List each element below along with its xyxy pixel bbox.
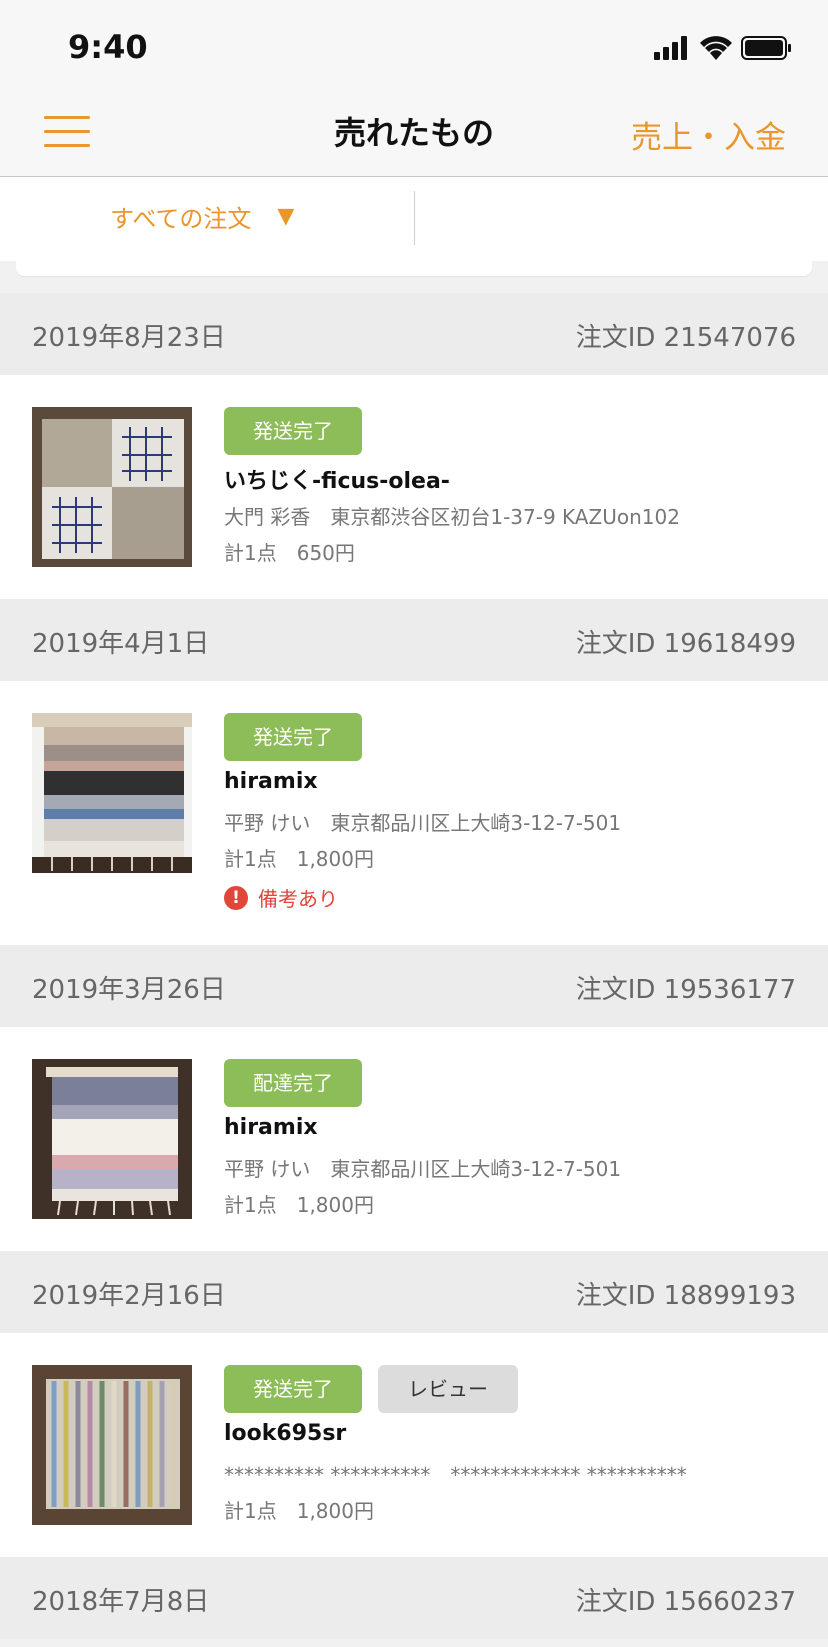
order-date: 2019年8月23日 <box>32 323 226 353</box>
order-header: 2019年2月16日 注文ID 18899193 <box>0 1251 828 1333</box>
order-info: 配達完了 hiramix 平野 けい 東京都品川区上大崎3-12-7-501 計… <box>224 1059 808 1217</box>
order-date: 2019年2月16日 <box>32 1281 226 1311</box>
order-id: 注文ID 15660237 <box>575 1587 796 1617</box>
order-header: 2019年4月1日 注文ID 19618499 <box>0 599 828 681</box>
signal-icon <box>654 36 687 60</box>
order-list: 2019年8月23日 注文ID 21547076 発送完了 いちじく-ficus… <box>0 293 828 1639</box>
buyer-name: hiramix <box>224 1115 318 1140</box>
remark-note: ! 備考あり <box>224 883 808 912</box>
order-total: 計1点 650円 <box>224 541 355 565</box>
product-thumbnail <box>32 1059 192 1219</box>
order-info: 発送完了 hiramix 平野 けい 東京都品川区上大崎3-12-7-501 計… <box>224 713 808 912</box>
exclamation-icon: ! <box>224 885 248 910</box>
battery-icon <box>741 36 791 60</box>
wifi-icon <box>700 36 732 60</box>
order-id: 注文ID 18899193 <box>575 1281 796 1311</box>
order-filter-label: すべての注文 <box>110 205 252 233</box>
status-icons <box>654 34 794 64</box>
order-id: 注文ID 19618499 <box>575 629 796 659</box>
order-card[interactable]: 発送完了 hiramix 平野 けい 東京都品川区上大崎3-12-7-501 計… <box>0 681 828 945</box>
order-date: 2018年7月8日 <box>32 1587 210 1617</box>
filter-bar: すべての注文 ▼ <box>0 177 828 261</box>
remark-label: 備考あり <box>258 887 338 911</box>
order-total: 計1点 1,800円 <box>224 1193 374 1217</box>
order-card[interactable]: 発送完了 レビュー look695sr ********** *********… <box>0 1333 828 1557</box>
order-info: 発送完了 レビュー look695sr ********** *********… <box>224 1365 808 1523</box>
order-date: 2019年3月26日 <box>32 975 226 1005</box>
order-id: 注文ID 21547076 <box>575 323 796 353</box>
status-badge: 発送完了 <box>224 407 362 455</box>
status-badge: 発送完了 <box>224 1365 362 1413</box>
order-id: 注文ID 19536177 <box>575 975 796 1005</box>
order-header: 2019年3月26日 注文ID 19536177 <box>0 945 828 1027</box>
buyer-address: ********** ********** ************* ****… <box>224 1463 687 1487</box>
triangle-down-icon: ▼ <box>277 204 295 229</box>
order-header: 2018年7月8日 注文ID 15660237 <box>0 1557 828 1639</box>
product-thumbnail <box>32 1365 192 1525</box>
buyer-address: 大門 彩香 東京都渋谷区初台1-37-9 KAZUon102 <box>224 505 680 529</box>
buyer-name: いちじく-ficus-olea- <box>224 469 450 494</box>
order-header: 2019年8月23日 注文ID 21547076 <box>0 293 828 375</box>
buyer-name: hiramix <box>224 769 318 794</box>
order-filter-dropdown[interactable]: すべての注文 ▼ <box>110 199 294 234</box>
status-badge: 配達完了 <box>224 1059 362 1107</box>
filter-bar-edge <box>16 255 812 276</box>
status-badge: 発送完了 <box>224 713 362 761</box>
status-bar: 9:40 <box>0 0 828 92</box>
buyer-address: 平野 けい 東京都品川区上大崎3-12-7-501 <box>224 811 622 835</box>
product-thumbnail <box>32 713 192 873</box>
order-total: 計1点 1,800円 <box>224 847 374 871</box>
order-total: 計1点 1,800円 <box>224 1499 374 1523</box>
buyer-name: look695sr <box>224 1421 347 1446</box>
hamburger-menu-icon[interactable] <box>44 116 90 150</box>
product-thumbnail <box>32 407 192 567</box>
status-time: 9:40 <box>68 28 148 66</box>
order-card[interactable]: 配達完了 hiramix 平野 けい 東京都品川区上大崎3-12-7-501 計… <box>0 1027 828 1251</box>
sales-deposit-link[interactable]: 売上・入金 <box>631 112 786 157</box>
order-info: 発送完了 いちじく-ficus-olea- 大門 彩香 東京都渋谷区初台1-37… <box>224 407 808 565</box>
order-card[interactable]: 発送完了 いちじく-ficus-olea- 大門 彩香 東京都渋谷区初台1-37… <box>0 375 828 599</box>
nav-bar: 売れたもの 売上・入金 <box>0 92 828 177</box>
buyer-address: 平野 けい 東京都品川区上大崎3-12-7-501 <box>224 1157 622 1181</box>
order-date: 2019年4月1日 <box>32 629 210 659</box>
filter-divider <box>414 191 415 245</box>
review-button[interactable]: レビュー <box>378 1365 518 1413</box>
